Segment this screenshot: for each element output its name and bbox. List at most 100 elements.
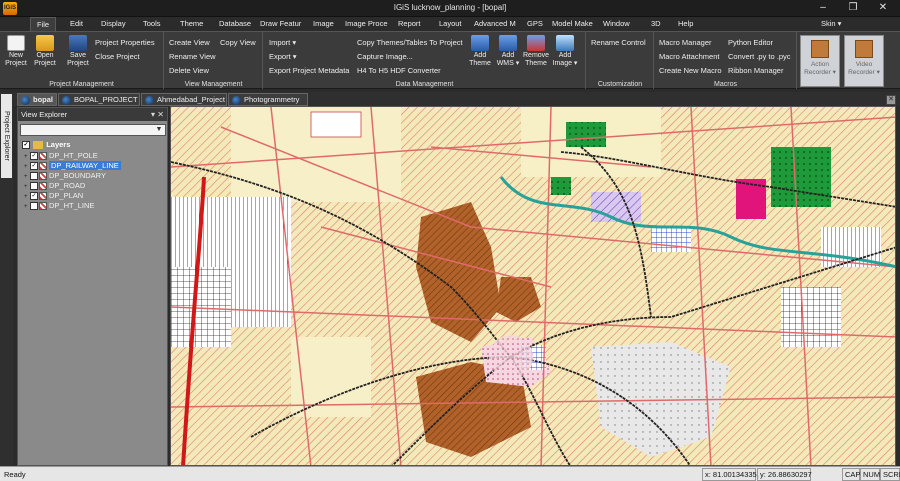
menu-file[interactable]: File: [30, 17, 56, 31]
menu-model-maker[interactable]: Model Make: [552, 17, 596, 31]
menu-window[interactable]: Window: [603, 17, 635, 31]
group-view-management: Create View Copy View Rename View Delete…: [165, 32, 263, 89]
layer-row-ht-line[interactable]: + DP_HT_LINE: [24, 201, 94, 211]
panel-pin-close-icon[interactable]: ▾ ✕: [151, 108, 164, 121]
wms-add-icon: [499, 35, 517, 51]
import-menu[interactable]: Import ▾: [269, 38, 296, 47]
menu-database[interactable]: Database: [219, 17, 255, 31]
tab-bopal-project[interactable]: BOPAL_PROJECT: [58, 93, 140, 106]
rename-view-button[interactable]: Rename View: [169, 52, 216, 61]
layer-checkbox[interactable]: [30, 172, 38, 181]
tab-label: Photogrammetry: [244, 95, 300, 104]
tab-ahmedabad-project[interactable]: Ahmedabad_Project: [141, 93, 227, 106]
menu-gps[interactable]: GPS: [527, 17, 545, 31]
add-image-button[interactable]: Add Image ▾: [552, 35, 578, 68]
y-coordinate: y: 26.88630297: [757, 468, 812, 481]
layer-style-icon: [39, 162, 47, 171]
hdf-converter-button[interactable]: H4 To H5 HDF Converter: [357, 66, 441, 75]
layer-name: DP_HT_LINE: [49, 201, 95, 211]
minimize-button[interactable]: –: [808, 0, 838, 16]
remove-theme-button[interactable]: Remove Theme: [523, 35, 549, 68]
save-project-button[interactable]: Save Project: [65, 35, 91, 68]
macro-manager-button[interactable]: Macro Manager: [659, 38, 712, 47]
caps-lock-indicator: CAP: [842, 468, 860, 481]
restore-button[interactable]: ❐: [838, 0, 868, 16]
layer-checkbox[interactable]: [30, 182, 38, 191]
layer-checkbox[interactable]: ✓: [30, 152, 38, 161]
open-project-button[interactable]: Open Project: [32, 35, 58, 68]
menu-edit[interactable]: Edit: [70, 17, 92, 31]
layer-checkbox[interactable]: ✓: [30, 162, 38, 171]
skin-selector[interactable]: Skin ▾: [821, 17, 841, 31]
layer-name: DP_RAILWAY_LINE: [49, 161, 121, 171]
layer-row-railway-line[interactable]: + ✓ DP_RAILWAY_LINE: [24, 161, 121, 171]
layer-row-road[interactable]: + DP_ROAD: [24, 181, 85, 191]
menu-report[interactable]: Report: [398, 17, 426, 31]
checkbox-icon[interactable]: ✓: [22, 141, 30, 150]
layer-checkbox[interactable]: ✓: [30, 192, 38, 201]
menu-3d[interactable]: 3D: [651, 17, 665, 31]
menu-layout[interactable]: Layout: [439, 17, 467, 31]
macro-attachment-button[interactable]: Macro Attachment: [659, 52, 719, 61]
python-editor-button[interactable]: Python Editor: [728, 38, 773, 47]
menu-advanced[interactable]: Advanced M: [474, 17, 518, 31]
ribbon-manager-button[interactable]: Ribbon Manager: [728, 66, 783, 75]
layer-row-ht-pole[interactable]: + ✓ DP_HT_POLE: [24, 151, 98, 161]
copy-themes-button[interactable]: Copy Themes/Tables To Project: [357, 38, 463, 47]
add-theme-button[interactable]: Add Theme: [467, 35, 493, 68]
menu-theme[interactable]: Theme: [180, 17, 210, 31]
folder-icon: [33, 141, 44, 150]
create-view-button[interactable]: Create View: [169, 38, 210, 47]
menu-display[interactable]: Display: [101, 17, 131, 31]
layer-row-boundary[interactable]: + DP_BOUNDARY: [24, 171, 106, 181]
copy-view-button[interactable]: Copy View: [220, 38, 256, 47]
land-use-polygons: [171, 107, 895, 465]
export-menu[interactable]: Export ▾: [269, 52, 297, 61]
layer-checkbox[interactable]: [30, 202, 38, 211]
layer-style-icon: [39, 172, 47, 181]
convert-py-button[interactable]: Convert .py to .pyc: [728, 52, 791, 61]
action-recorder-button[interactable]: Action Recorder ▾: [800, 35, 840, 87]
delete-view-button[interactable]: Delete View: [169, 66, 209, 75]
ribbon: New Project Open Project Save Project Pr…: [0, 31, 900, 89]
menu-tools[interactable]: Tools: [143, 17, 167, 31]
close-project-button[interactable]: Close Project: [95, 52, 140, 61]
view-explorer-combo[interactable]: ▼: [20, 124, 166, 136]
group-label-project-management: Project Management: [49, 81, 114, 88]
project-explorer-tab[interactable]: Project Explorer: [1, 94, 12, 178]
layers-root-label: Layers: [46, 140, 71, 149]
save-project-label: Save Project: [67, 52, 89, 67]
video-recorder-label: Video Recorder ▾: [848, 61, 880, 76]
layer-name: DP_ROAD: [49, 181, 86, 191]
new-project-button[interactable]: New Project: [3, 35, 29, 68]
group-customization: Rename Control Customization: [587, 32, 654, 89]
capture-image-button[interactable]: Capture Image...: [357, 52, 413, 61]
remove-theme-label: Remove Theme: [523, 52, 550, 67]
close-window-button[interactable]: ✕: [868, 0, 898, 16]
tab-bopal[interactable]: bopal: [17, 93, 57, 106]
group-macros: Macro Manager Macro Attachment Create Ne…: [655, 32, 797, 89]
group-data-management: Import ▾ Export ▾ Export Project Metadat…: [264, 32, 586, 89]
close-tab-icon[interactable]: ✕: [886, 95, 896, 105]
rename-control-button[interactable]: Rename Control: [591, 38, 646, 47]
x-coordinate: x: 81.00134335,: [702, 468, 759, 481]
create-new-macro-button[interactable]: Create New Macro: [659, 66, 722, 75]
menu-image[interactable]: Image: [313, 17, 337, 31]
layer-style-icon: [39, 152, 47, 161]
add-wms-button[interactable]: Add WMS ▾: [495, 35, 521, 68]
layers-root-node[interactable]: ✓ Layers: [22, 140, 71, 150]
map-drawing[interactable]: [171, 107, 896, 466]
layer-style-icon: [39, 182, 47, 191]
video-recorder-button[interactable]: Video Recorder ▾: [844, 35, 884, 87]
layer-row-plan[interactable]: + ✓ DP_PLAN: [24, 191, 83, 201]
menu-help[interactable]: Help: [678, 17, 698, 31]
tab-photogrammetry[interactable]: Photogrammetry: [228, 93, 308, 106]
project-properties-button[interactable]: Project Properties: [95, 38, 155, 47]
status-bar: Ready x: 81.00134335, y: 26.88630297 CAP…: [0, 466, 900, 481]
record-icon: [811, 40, 829, 58]
menu-image-processing[interactable]: Image Proce: [345, 17, 389, 31]
export-project-metadata-button[interactable]: Export Project Metadata: [269, 66, 349, 75]
menu-draw-feature[interactable]: Draw Featur: [260, 17, 304, 31]
map-canvas[interactable]: [170, 106, 896, 466]
add-wms-label: Add WMS ▾: [496, 52, 520, 67]
